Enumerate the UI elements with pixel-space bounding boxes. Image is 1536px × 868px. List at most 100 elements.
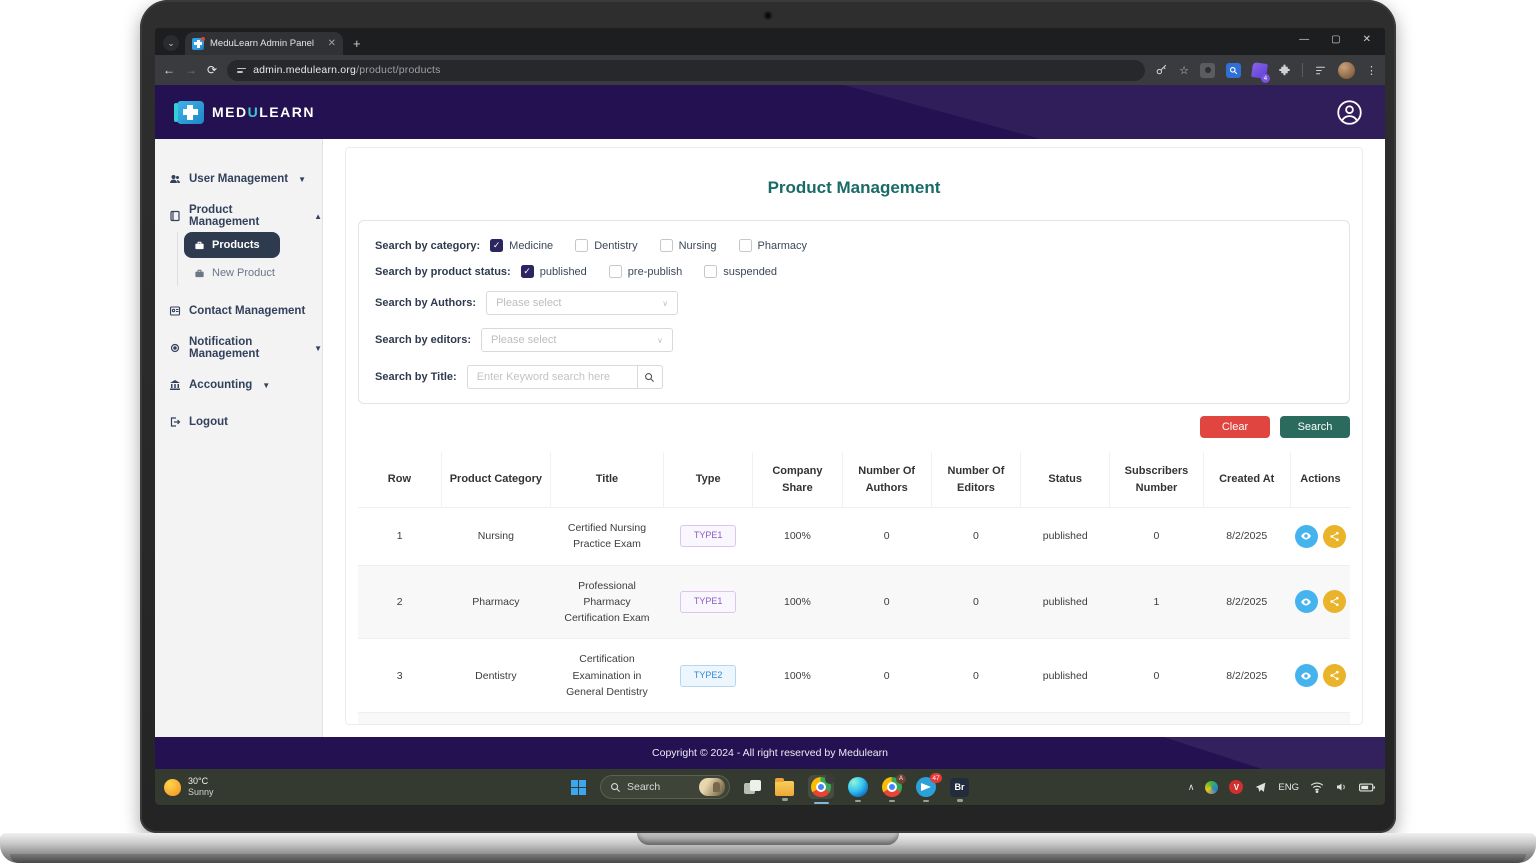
filter-label: Search by editors: (375, 334, 471, 346)
checkbox-icon[interactable] (609, 265, 622, 278)
filter-label: Search by Title: (375, 371, 457, 383)
chevron-up-icon: ▲ (314, 212, 322, 221)
filter-actions: Clear Search (358, 416, 1350, 438)
vpn-extension-icon[interactable]: 4 (1251, 62, 1268, 79)
authors-select[interactable]: Please select∨ (486, 291, 678, 315)
task-view-button[interactable] (744, 780, 761, 794)
bookmark-star-icon[interactable]: ☆ (1179, 64, 1189, 77)
wifi-icon[interactable] (1310, 781, 1324, 793)
tab-close-icon[interactable]: ✕ (328, 38, 336, 49)
new-tab-button[interactable]: + (353, 36, 361, 51)
speaker-icon[interactable] (1335, 781, 1348, 793)
medulearn-app: MEDULEARN User Management ▼ (155, 85, 1385, 769)
view-button[interactable] (1295, 664, 1318, 687)
browser-profile-avatar[interactable] (1338, 62, 1355, 79)
taskbar-weather-widget[interactable]: 30°C Sunny (164, 776, 214, 799)
chrome-button-active[interactable] (808, 775, 834, 799)
start-button[interactable] (571, 780, 586, 795)
sidebar-item-accounting[interactable]: Accounting ▼ (169, 373, 322, 397)
main-content: Product Management Search by category: ✓… (323, 139, 1385, 737)
table-header-row: Row Product Category Title Type Company … (358, 452, 1350, 508)
checkbox-icon[interactable] (660, 239, 673, 252)
checkbox-pre-publish[interactable]: pre-publish (609, 265, 682, 278)
share-button[interactable] (1323, 664, 1346, 687)
laptop-mockup: ⌄ MeduLearn Admin Panel ✕ + — ▢ ✕ ← → ⟳ (0, 0, 1536, 868)
file-explorer-button[interactable] (775, 779, 794, 796)
window-maximize-button[interactable]: ▢ (1331, 34, 1340, 45)
extensions-puzzle-icon[interactable] (1278, 64, 1291, 77)
checkbox-icon[interactable] (739, 239, 752, 252)
type-badge: TYPE2 (680, 665, 737, 687)
view-button[interactable] (1295, 590, 1318, 613)
tray-telegram-icon[interactable] (1254, 781, 1267, 794)
sidebar-label: Contact Management (189, 305, 305, 317)
editors-select[interactable]: Please select∨ (481, 328, 673, 352)
checkbox-icon[interactable]: ✓ (490, 239, 503, 252)
sidebar-item-new-product[interactable]: New Product (184, 260, 322, 286)
checkbox-nursing[interactable]: Nursing (660, 239, 717, 252)
checkbox-medicine[interactable]: ✓Medicine (490, 239, 553, 252)
checkbox-icon[interactable] (575, 239, 588, 252)
checkbox-icon[interactable] (704, 265, 717, 278)
sidebar-item-logout[interactable]: Logout (169, 410, 322, 434)
title-search-input[interactable] (467, 365, 637, 389)
tray-chevron-up-icon[interactable]: ∧ (1188, 782, 1195, 793)
back-button[interactable]: ← (163, 63, 175, 77)
sidebar-item-user-management[interactable]: User Management ▼ (169, 167, 322, 191)
chrome-profile2-button[interactable]: A (882, 777, 902, 797)
gear-icon (169, 342, 181, 354)
reload-button[interactable]: ⟳ (207, 63, 217, 77)
windows-taskbar: 30°C Sunny Search (155, 769, 1385, 805)
chevron-down-icon: ▼ (262, 381, 270, 390)
col-status: Status (1021, 452, 1110, 508)
col-number-of-editors: Number Of Editors (931, 452, 1020, 508)
checkbox-dentistry[interactable]: Dentistry (575, 239, 637, 252)
screen-display: ⌄ MeduLearn Admin Panel ✕ + — ▢ ✕ ← → ⟳ (155, 28, 1385, 805)
window-minimize-button[interactable]: — (1299, 34, 1309, 45)
edge-button[interactable] (848, 777, 868, 797)
profile-icon[interactable] (1336, 99, 1363, 126)
telegram-button[interactable]: 47 (916, 777, 936, 797)
sidebar-item-product-management[interactable]: Product Management ▲ (169, 204, 322, 228)
address-bar[interactable]: admin.medulearn.org/product/products (227, 60, 1145, 81)
sidebar-item-products[interactable]: Products (184, 232, 280, 258)
tab-search-icon[interactable]: ⌄ (163, 35, 179, 51)
br-icon: Br (950, 778, 969, 797)
browser-br-button[interactable]: Br (950, 778, 969, 797)
clear-button[interactable]: Clear (1200, 416, 1270, 438)
logout-icon (169, 416, 181, 428)
app-header: MEDULEARN (155, 85, 1385, 139)
window-close-button[interactable]: ✕ (1363, 34, 1371, 45)
tray-app-icon[interactable] (1205, 781, 1218, 794)
tray-antivirus-icon[interactable]: V (1229, 780, 1243, 794)
search-extension-icon[interactable] (1226, 63, 1241, 78)
reading-list-icon[interactable] (1314, 64, 1327, 77)
search-highlight-image (699, 778, 725, 796)
filter-row-authors: Search by Authors: Please select∨ (375, 291, 1333, 315)
checkbox-suspended[interactable]: suspended (704, 265, 777, 278)
col-actions: Actions (1290, 452, 1350, 508)
screenshot-extension-icon[interactable] (1200, 63, 1215, 78)
col-row: Row (358, 452, 441, 508)
password-key-icon[interactable] (1155, 64, 1168, 77)
site-settings-icon[interactable] (237, 68, 246, 73)
forward-button[interactable]: → (185, 63, 197, 77)
col-title: Title (550, 452, 663, 508)
share-button[interactable] (1323, 590, 1346, 613)
browser-menu-icon[interactable]: ⋮ (1366, 64, 1377, 77)
title-search-button[interactable] (637, 365, 663, 389)
language-indicator[interactable]: ENG (1278, 782, 1299, 793)
medulearn-logo[interactable]: MEDULEARN (177, 101, 315, 124)
checkbox-published[interactable]: ✓published (521, 265, 587, 278)
checkbox-icon[interactable]: ✓ (521, 265, 534, 278)
share-button[interactable] (1323, 525, 1346, 548)
battery-icon[interactable] (1359, 782, 1375, 793)
browser-tab-active[interactable]: MeduLearn Admin Panel ✕ (185, 32, 343, 55)
checkbox-pharmacy[interactable]: Pharmacy (739, 239, 808, 252)
view-button[interactable] (1295, 525, 1318, 548)
book-icon (169, 210, 181, 222)
taskbar-search[interactable]: Search (600, 775, 730, 799)
sidebar-item-contact-management[interactable]: Contact Management (169, 299, 322, 323)
sidebar-item-notification-management[interactable]: Notification Management ▼ (169, 336, 322, 360)
search-button[interactable]: Search (1280, 416, 1350, 438)
